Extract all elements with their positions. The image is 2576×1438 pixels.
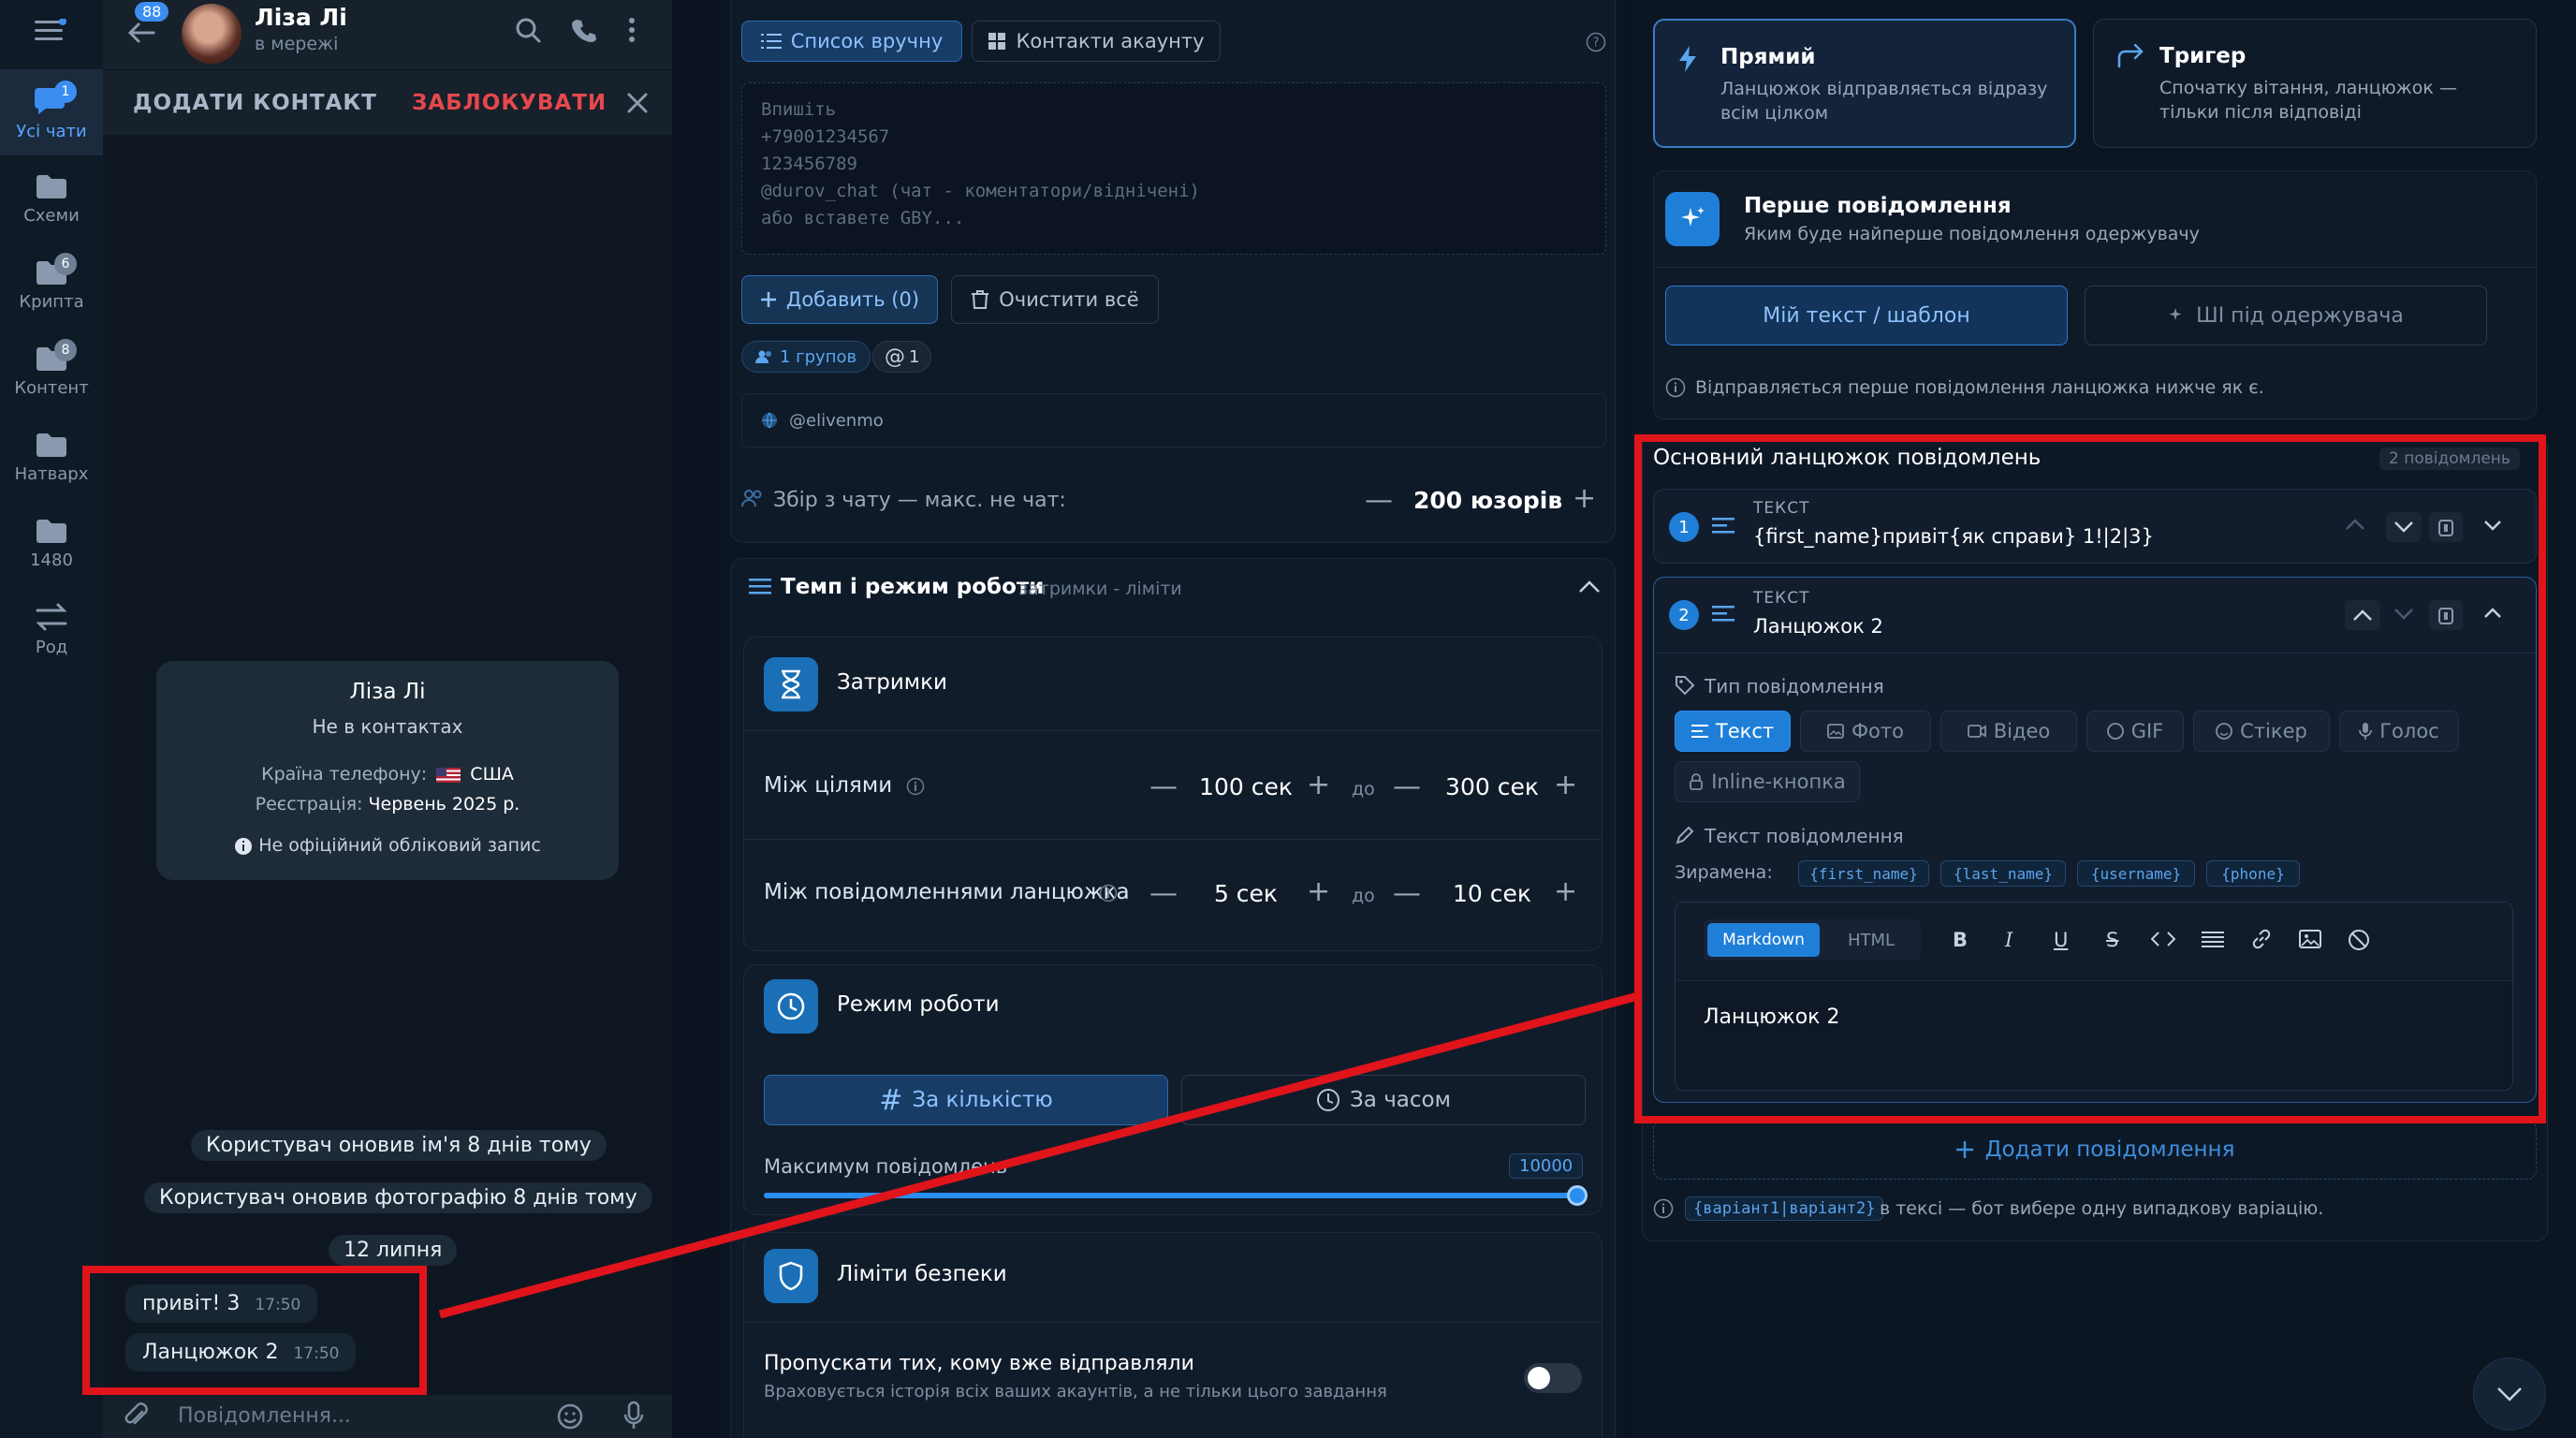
- highlight-connector-line: [438, 991, 1640, 1319]
